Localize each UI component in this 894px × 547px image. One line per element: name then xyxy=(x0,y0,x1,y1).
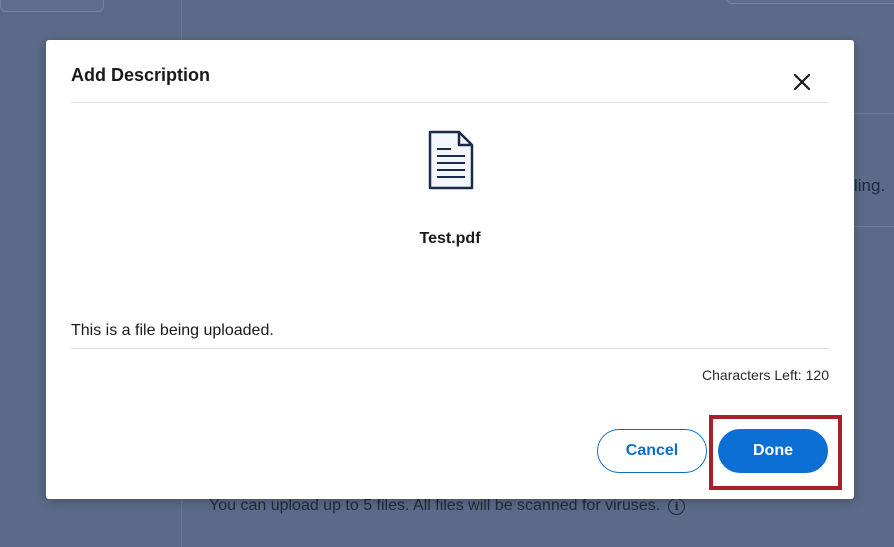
page: ling. You can upload up to 5 files. All … xyxy=(0,0,894,547)
header-divider xyxy=(71,102,829,103)
upload-info-text: You can upload up to 5 files. All files … xyxy=(209,497,661,514)
file-name: Test.pdf xyxy=(419,230,481,247)
description-input[interactable] xyxy=(71,314,829,349)
dialog-title: Add Description xyxy=(71,65,211,85)
close-button[interactable] xyxy=(788,70,816,98)
background-card xyxy=(726,0,894,4)
characters-left-label: Characters Left: xyxy=(702,367,802,383)
background-divider xyxy=(853,113,894,114)
background-text: ling. xyxy=(854,176,886,195)
cancel-button[interactable]: Cancel xyxy=(597,429,707,473)
background-card xyxy=(0,0,104,12)
done-button[interactable]: Done xyxy=(718,429,828,473)
background-divider xyxy=(853,226,894,227)
characters-left-count: 120 xyxy=(805,367,829,383)
info-icon[interactable]: i xyxy=(668,497,686,515)
document-icon xyxy=(428,130,474,190)
upload-info-footer: You can upload up to 5 files. All files … xyxy=(209,497,686,515)
characters-left: Characters Left: 120 xyxy=(702,367,829,383)
close-icon xyxy=(793,73,811,91)
add-description-dialog: Add Description Test.pdf Characters Left… xyxy=(46,40,854,499)
